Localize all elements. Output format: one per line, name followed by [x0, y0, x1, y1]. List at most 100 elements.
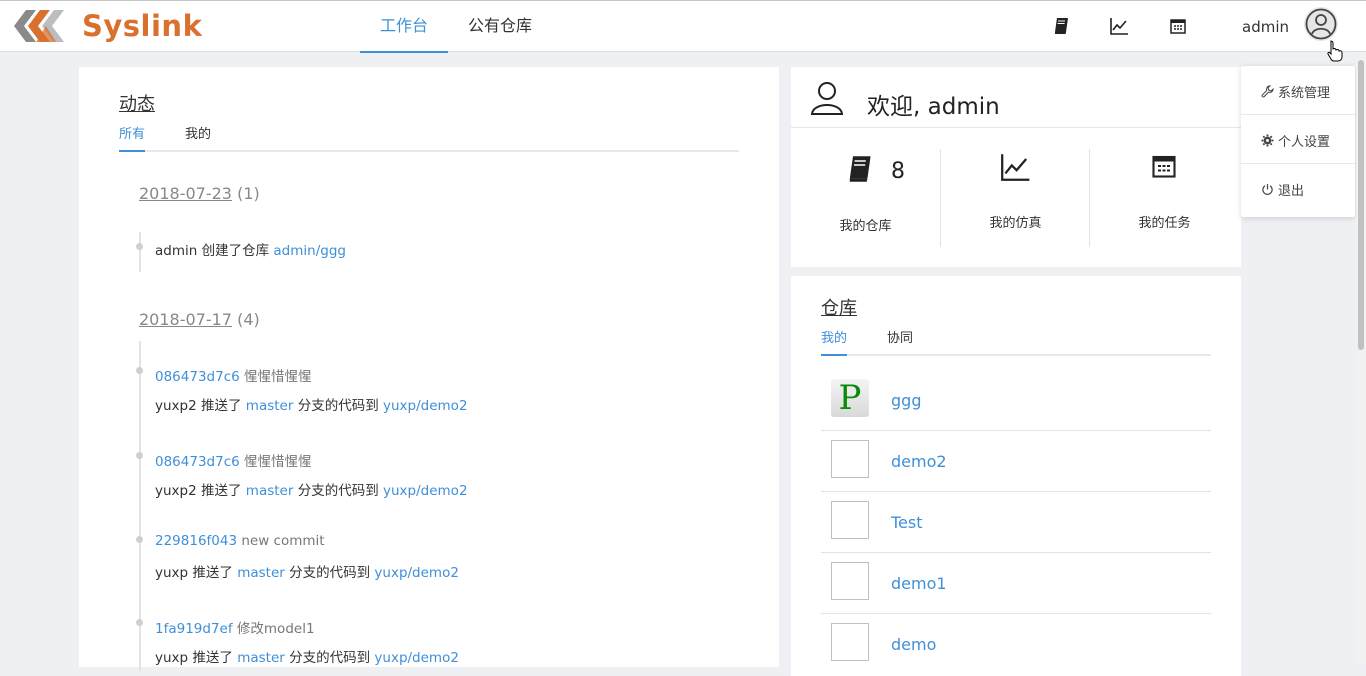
nav-item-workbench[interactable]: 工作台	[360, 1, 449, 53]
repo-avatar-letter: P	[838, 378, 862, 418]
stat-label: 我的仓库	[839, 219, 892, 234]
tab-mine[interactable]: 我的	[185, 123, 211, 150]
repo-avatar-broken	[831, 501, 869, 539]
timeline-dot	[136, 619, 143, 626]
timeline-dot	[136, 367, 143, 374]
commit-link[interactable]: 1fa919d7ef	[155, 621, 233, 637]
scrollbar-thumb[interactable]	[1358, 60, 1364, 350]
repo-tabs: 我的 协同	[821, 327, 1211, 356]
activity-entry: admin 创建了仓库 admin/ggg	[155, 239, 346, 259]
commit-message: 惺惺惜惺惺	[244, 454, 312, 470]
actor: yuxp	[155, 565, 189, 581]
menu-item-label: 个人设置	[1278, 135, 1331, 150]
syslink-logo-icon	[14, 10, 64, 42]
user-outline-icon	[810, 82, 844, 115]
repo-panel: 仓库 我的 协同 P ggg demo2 Test demo1 demo	[791, 276, 1241, 676]
calendar-icon	[1152, 155, 1176, 178]
book-icon	[849, 156, 871, 182]
repo-name[interactable]: Test	[891, 513, 923, 532]
tab-mine[interactable]: 我的	[821, 327, 848, 356]
repo-row[interactable]: demo1	[821, 552, 1211, 614]
repo-name[interactable]: demo	[891, 635, 936, 654]
push-line: yuxp2 推送了 master 分支的代码到 yuxp/demo2	[155, 394, 468, 414]
repo-avatar-broken	[831, 562, 869, 600]
date-group-header: 2018-07-23 (1)	[139, 184, 260, 203]
stat-my-tasks[interactable]: 我的任务	[1090, 147, 1239, 247]
action: 推送了	[201, 483, 242, 499]
branch-link[interactable]: master	[246, 483, 294, 499]
line-chart-icon[interactable]	[1109, 16, 1129, 36]
welcome-panel: 欢迎, admin 8 我的仓库 我的仿真 我的任务	[791, 67, 1241, 267]
calendar-icon[interactable]	[1168, 16, 1188, 36]
repo-row[interactable]: P ggg	[821, 369, 1211, 431]
actor: admin	[155, 243, 198, 259]
menu-item-system-admin[interactable]: 系统管理	[1241, 66, 1355, 115]
repo-link[interactable]: yuxp/demo2	[383, 398, 468, 414]
brand-name: Syslink	[82, 9, 203, 43]
commit-line: 086473d7c6 惺惺惜惺惺	[155, 365, 312, 385]
repo-name[interactable]: demo2	[891, 452, 947, 471]
commit-message: 惺惺惜惺惺	[244, 369, 312, 385]
username[interactable]: admin	[1242, 18, 1289, 36]
user-dropdown-menu: 系统管理 个人设置 退出	[1241, 66, 1355, 217]
nav-item-public-repos[interactable]: 公有仓库	[448, 1, 552, 53]
action: 推送了	[201, 398, 242, 414]
stat-my-simulations[interactable]: 我的仿真	[941, 147, 1090, 247]
repo-title: 仓库	[821, 298, 857, 319]
repo-row[interactable]: demo2	[821, 430, 1211, 492]
activity-tabs: 所有 我的	[119, 123, 739, 152]
date-group-header: 2018-07-17 (4)	[139, 310, 260, 329]
welcome-title: 欢迎, admin	[867, 94, 1000, 120]
repo-name[interactable]: ggg	[891, 391, 921, 410]
menu-item-personal-settings[interactable]: 个人设置	[1241, 115, 1355, 164]
menu-item-logout[interactable]: 退出	[1241, 164, 1355, 213]
logo[interactable]: Syslink	[14, 6, 202, 46]
branch-link[interactable]: master	[246, 398, 294, 414]
wrench-icon	[1261, 85, 1274, 98]
commit-message: 修改model1	[236, 621, 315, 637]
commit-line: 1fa919d7ef 修改model1	[155, 617, 315, 637]
action: 创建了仓库	[201, 243, 270, 259]
repo-name[interactable]: demo1	[891, 574, 947, 593]
push-mid: 分支的代码到	[297, 483, 379, 499]
branch-link[interactable]: master	[237, 565, 285, 581]
tab-all[interactable]: 所有	[119, 123, 146, 152]
repo-link[interactable]: yuxp/demo2	[374, 565, 459, 581]
commit-line: 086473d7c6 惺惺惜惺惺	[155, 450, 312, 470]
actor: yuxp2	[155, 483, 197, 499]
timeline-line	[139, 232, 141, 272]
repo-avatar-broken	[831, 440, 869, 478]
repo-row[interactable]: Test	[821, 491, 1211, 553]
repo-row[interactable]: demo	[821, 613, 1211, 674]
avatar[interactable]	[1304, 7, 1338, 41]
push-line: yuxp2 推送了 master 分支的代码到 yuxp/demo2	[155, 479, 468, 499]
activity-panel: 动态 所有 我的 2018-07-23 (1) admin 创建了仓库 admi…	[79, 67, 779, 671]
commit-message: new commit	[241, 533, 325, 549]
repo-count: 8	[891, 159, 905, 184]
push-line: yuxp 推送了 master 分支的代码到 yuxp/demo2	[155, 561, 459, 581]
book-icon[interactable]	[1052, 16, 1072, 36]
commit-link[interactable]: 229816f043	[155, 533, 237, 549]
line-chart-icon	[1001, 154, 1030, 181]
repo-link[interactable]: admin/ggg	[273, 243, 346, 259]
timeline-dot	[136, 243, 143, 250]
stat-label: 我的仿真	[989, 216, 1042, 231]
stat-my-repos[interactable]: 8 我的仓库	[791, 147, 940, 247]
push-mid: 分支的代码到	[297, 398, 379, 414]
commit-link[interactable]: 086473d7c6	[155, 454, 240, 470]
tab-collaborate[interactable]: 协同	[887, 327, 913, 354]
page-scrollbar[interactable]	[1356, 52, 1366, 664]
user-icon	[1305, 8, 1337, 40]
repo-link[interactable]: yuxp/demo2	[383, 483, 468, 499]
actor: yuxp2	[155, 398, 197, 414]
date-link[interactable]: 2018-07-17	[139, 310, 232, 329]
timeline-dot	[136, 452, 143, 459]
gear-icon	[1261, 134, 1274, 147]
action: 推送了	[192, 565, 233, 581]
stat-label: 我的任务	[1138, 216, 1191, 231]
date-link[interactable]: 2018-07-23	[139, 184, 232, 203]
push-line: yuxp 推送了 master 分支的代码到 yuxp/demo2	[155, 646, 459, 666]
repo-avatar-broken	[831, 623, 869, 661]
main-nav: 工作台 公有仓库	[360, 1, 552, 53]
commit-link[interactable]: 086473d7c6	[155, 369, 240, 385]
